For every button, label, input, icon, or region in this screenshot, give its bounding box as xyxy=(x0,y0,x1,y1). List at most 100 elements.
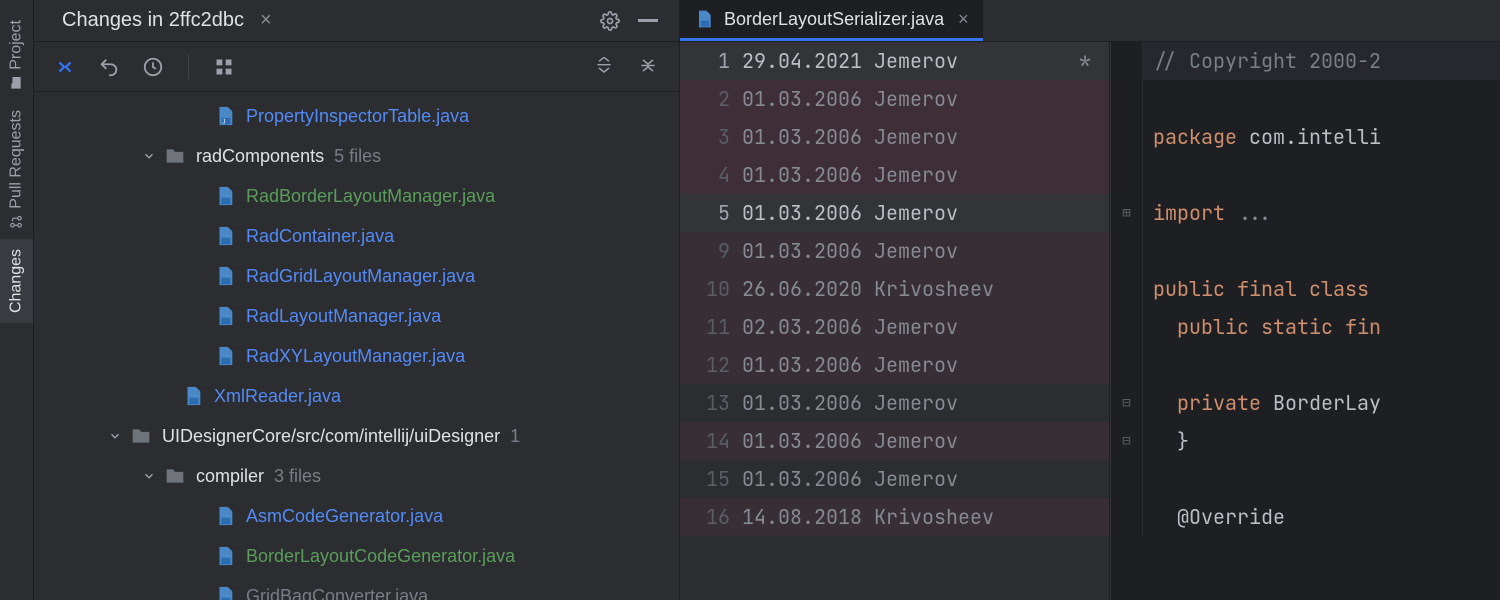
compare-icon[interactable] xyxy=(50,52,80,82)
history-icon[interactable] xyxy=(138,52,168,82)
tree-folder[interactable]: radComponents 5 files xyxy=(34,136,679,176)
tree-file[interactable]: GridBagConverter.java xyxy=(34,576,679,600)
collapse-all-icon[interactable] xyxy=(633,52,663,82)
tree-file[interactable]: J PropertyInspectorTable.java xyxy=(34,96,679,136)
annotate-text: 01.03.2006 Jemerov xyxy=(742,86,1097,112)
annotate-row[interactable]: 12 01.03.2006 Jemerov xyxy=(680,346,1109,384)
annotate-row[interactable]: 4 01.03.2006 Jemerov xyxy=(680,156,1109,194)
line-number: 14 xyxy=(680,428,730,454)
side-tab-pull-requests[interactable]: Pull Requests xyxy=(0,100,33,239)
pull-request-icon xyxy=(10,215,24,229)
side-tab-label: Changes xyxy=(8,249,26,313)
group-by-icon[interactable] xyxy=(209,52,239,82)
file-name: RadBorderLayoutManager.java xyxy=(246,186,495,207)
line-number: 11 xyxy=(680,314,730,340)
java-file-icon xyxy=(214,345,236,367)
line-number: 15 xyxy=(680,466,730,492)
tree-file[interactable]: RadContainer.java xyxy=(34,216,679,256)
annotate-row[interactable]: 5 01.03.2006 Jemerov xyxy=(680,194,1109,232)
tree-folder[interactable]: UIDesignerCore/src/com/intellij/uiDesign… xyxy=(34,416,679,456)
annotate-row[interactable]: 129.04.2021 Jemerov* xyxy=(680,42,1109,80)
tree-file[interactable]: RadGridLayoutManager.java xyxy=(34,256,679,296)
annotate-row[interactable]: 1501.03.2006 Jemerov xyxy=(680,460,1109,498)
java-file-icon xyxy=(214,505,236,527)
annotate-row[interactable]: 301.03.2006 Jemerov xyxy=(680,118,1109,156)
file-name: AsmCodeGenerator.java xyxy=(246,506,443,527)
java-file-icon xyxy=(214,225,236,247)
line-number: 4 xyxy=(680,162,730,188)
file-name: BorderLayoutCodeGenerator.java xyxy=(246,546,515,567)
chevron-down-icon[interactable] xyxy=(142,149,164,163)
java-file-icon xyxy=(214,265,236,287)
code-text: public static fin xyxy=(1143,314,1381,340)
minimize-icon[interactable] xyxy=(633,6,663,36)
toolbar xyxy=(34,42,679,92)
editor-tab[interactable]: BorderLayoutSerializer.java × xyxy=(680,0,983,41)
side-tab-project[interactable]: Project xyxy=(0,10,33,100)
annotate-row[interactable]: 201.03.2006 Jemerov xyxy=(680,80,1109,118)
annotate-text: 01.03.2006 Jemerov xyxy=(742,428,1097,454)
annotate-row[interactable]: 1614.08.2018 Krivosheev xyxy=(680,498,1109,536)
line-number: 9 xyxy=(680,238,730,264)
folder-name: UIDesignerCore/src/com/intellij/uiDesign… xyxy=(162,426,500,447)
editor-body: 129.04.2021 Jemerov*201.03.2006 Jemerov3… xyxy=(680,42,1500,600)
folder-icon xyxy=(10,76,24,90)
folder-icon xyxy=(164,146,186,166)
editor-panel: BorderLayoutSerializer.java × 129.04.202… xyxy=(680,0,1500,600)
code-area[interactable]: // Copyright 2000-2 package com.intelli … xyxy=(1110,42,1500,600)
changes-tree[interactable]: J PropertyInspectorTable.java radCompone… xyxy=(34,92,679,600)
annotate-row[interactable]: 901.03.2006 Jemerov xyxy=(680,232,1109,270)
tree-file[interactable]: RadXYLayoutManager.java xyxy=(34,336,679,376)
annotate-row[interactable]: 10 26.06.2020 Krivosheev xyxy=(680,270,1109,308)
tree-file[interactable]: RadBorderLayoutManager.java xyxy=(34,176,679,216)
code-text: public final class xyxy=(1143,276,1369,302)
changes-panel: Changes in 2ffc2dbc × xyxy=(34,0,680,600)
close-icon[interactable]: × xyxy=(260,9,272,32)
tree-file[interactable]: AsmCodeGenerator.java xyxy=(34,496,679,536)
annotate-column[interactable]: 129.04.2021 Jemerov*201.03.2006 Jemerov3… xyxy=(680,42,1110,600)
gear-icon[interactable] xyxy=(595,6,625,36)
svg-text:J: J xyxy=(222,118,225,125)
file-name: PropertyInspectorTable.java xyxy=(246,106,469,127)
annotate-text: 01.03.2006 Jemerov xyxy=(742,200,1097,226)
annotate-row[interactable]: 11 02.03.2006 Jemerov xyxy=(680,308,1109,346)
tree-file[interactable]: XmlReader.java xyxy=(34,376,679,416)
line-number: 5 xyxy=(680,200,730,226)
file-name: RadXYLayoutManager.java xyxy=(246,346,465,367)
annotate-text: 01.03.2006 Jemerov xyxy=(742,352,1097,378)
code-text: // Copyright 2000-2 xyxy=(1143,48,1381,74)
side-tab-changes[interactable]: Changes xyxy=(0,239,33,323)
code-text: package com.intelli xyxy=(1143,124,1381,150)
line-number: 12 xyxy=(680,352,730,378)
annotate-text: 01.03.2006 Jemerov xyxy=(742,162,1097,188)
file-count: 5 files xyxy=(334,146,381,167)
code-text: @Override xyxy=(1143,504,1285,530)
side-tab-label: Pull Requests xyxy=(8,110,26,209)
editor-tabs: BorderLayoutSerializer.java × xyxy=(680,0,1500,42)
file-count: 1 xyxy=(510,426,520,447)
fold-icon[interactable]: ⊟ xyxy=(1111,422,1143,460)
java-file-icon xyxy=(694,9,714,29)
tree-folder[interactable]: compiler 3 files xyxy=(34,456,679,496)
fold-icon[interactable]: ⊟ xyxy=(1111,384,1143,422)
folder-name: compiler xyxy=(196,466,264,487)
java-file-icon: J xyxy=(214,105,236,127)
tree-file[interactable]: RadLayoutManager.java xyxy=(34,296,679,336)
file-name: RadLayoutManager.java xyxy=(246,306,441,327)
line-number: 10 xyxy=(680,276,730,302)
tree-file[interactable]: BorderLayoutCodeGenerator.java xyxy=(34,536,679,576)
chevron-down-icon[interactable] xyxy=(108,429,130,443)
annotate-row[interactable]: 14 01.03.2006 Jemerov xyxy=(680,422,1109,460)
annotate-row[interactable]: 1301.03.2006 Jemerov xyxy=(680,384,1109,422)
annotate-text: 01.03.2006 Jemerov xyxy=(742,124,1097,150)
annotate-text: 02.03.2006 Jemerov xyxy=(742,314,1097,340)
revert-icon[interactable] xyxy=(94,52,124,82)
chevron-down-icon[interactable] xyxy=(142,469,164,483)
close-icon[interactable]: × xyxy=(958,9,969,30)
fold-icon[interactable]: ⊞ xyxy=(1111,194,1143,232)
line-number: 1 xyxy=(680,48,730,74)
file-name: RadGridLayoutManager.java xyxy=(246,266,475,287)
annotate-text: 26.06.2020 Krivosheev xyxy=(742,276,1097,302)
expand-all-icon[interactable] xyxy=(589,52,619,82)
java-file-icon xyxy=(214,545,236,567)
